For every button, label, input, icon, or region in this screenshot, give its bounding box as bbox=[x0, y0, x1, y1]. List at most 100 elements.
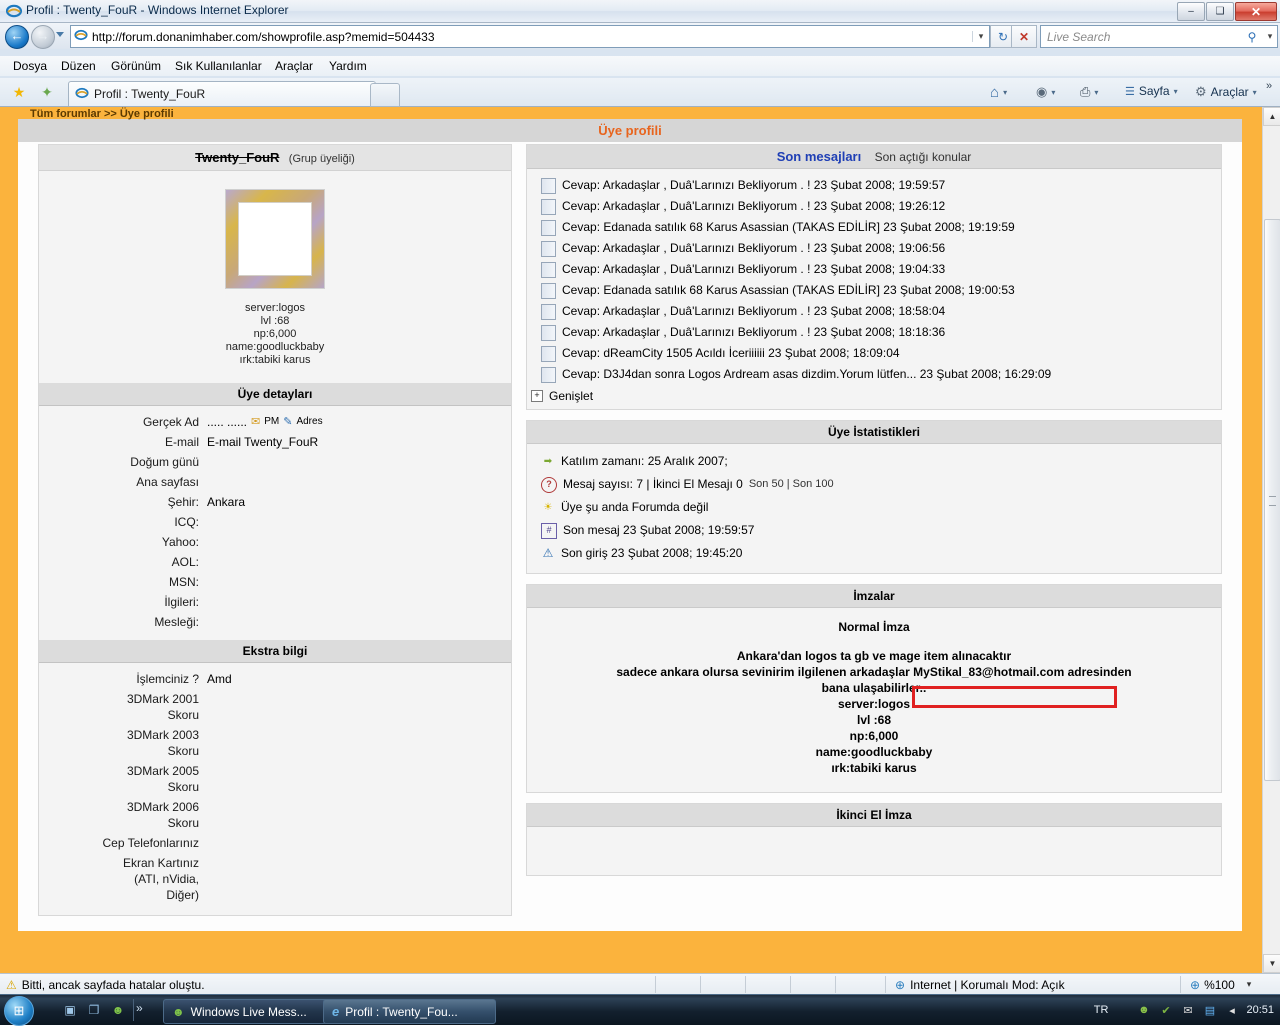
member-details-body: Gerçek Ad ..... ...... ✉ PM ✎ Adres E-ma… bbox=[39, 406, 511, 640]
extra-info-body: İşlemciniz ? Amd 3DMark 2001 Skoru 3DMar… bbox=[39, 663, 511, 915]
menu-item-araclar[interactable]: Araçlar bbox=[270, 58, 318, 74]
close-button[interactable]: ✕ bbox=[1235, 2, 1277, 21]
switch-windows-icon[interactable]: ❐ bbox=[86, 1002, 102, 1018]
tab-profil-twenty-four[interactable]: Profil : Twenty_FouR bbox=[68, 81, 376, 106]
list-item[interactable]: Cevap: D3J4dan sonra Logos Ardream asas … bbox=[527, 364, 1221, 385]
home-button[interactable]: ⌂ ▾ bbox=[990, 84, 1007, 101]
detail-value bbox=[207, 534, 505, 550]
search-provider-caret-icon[interactable]: ▾ bbox=[1263, 31, 1277, 42]
tab-son-actigi-konular[interactable]: Son açtığı konular bbox=[875, 150, 972, 164]
vertical-scrollbar[interactable]: ▲ ▼ bbox=[1262, 107, 1280, 973]
user-account-icon[interactable]: ☻ bbox=[1136, 1003, 1151, 1018]
extra-row-3dmark-2006: 3DMark 2006 Skoru bbox=[39, 797, 505, 833]
messenger-tray-icon[interactable]: ✉ bbox=[1180, 1003, 1195, 1018]
address-dropdown-caret-icon[interactable]: ▾ bbox=[972, 31, 989, 42]
extra-value bbox=[207, 691, 505, 723]
search-input[interactable]: Live Search bbox=[1041, 30, 1241, 44]
message-text: Cevap: dReamCity 1505 Acıldı İceriiiiii … bbox=[562, 346, 900, 360]
page-menu-label: Sayfa bbox=[1138, 84, 1170, 98]
pm-label[interactable]: PM bbox=[264, 414, 279, 430]
clock[interactable]: 20:51 bbox=[1246, 1004, 1274, 1016]
list-item[interactable]: Cevap: Arkadaşlar , Duâ'Larınızı Bekliyo… bbox=[527, 301, 1221, 322]
tools-menu-button[interactable]: ⚙ Araçlar ▾ bbox=[1195, 84, 1257, 100]
post-icon bbox=[541, 198, 556, 215]
windows-logo-icon: ⊞ bbox=[13, 1003, 25, 1018]
stat-row-son-giris: ⚠ Son giriş 23 Şubat 2008; 19:45:20 bbox=[527, 542, 1221, 565]
toolbar-overflow-icon[interactable]: » bbox=[1266, 80, 1272, 92]
list-item[interactable]: Cevap: Arkadaşlar , Duâ'Larınızı Bekliyo… bbox=[527, 196, 1221, 217]
forward-button[interactable]: → bbox=[31, 25, 55, 49]
minimize-button[interactable]: – bbox=[1177, 2, 1205, 21]
list-item[interactable]: Cevap: Arkadaşlar , Duâ'Larınızı Bekliyo… bbox=[527, 259, 1221, 280]
search-box[interactable]: Live Search ⚲ ▾ bbox=[1040, 25, 1278, 48]
print-button[interactable]: ⎙ ▾ bbox=[1080, 84, 1098, 100]
new-tab-button[interactable] bbox=[370, 83, 400, 107]
stop-button[interactable]: ✕ bbox=[1011, 25, 1037, 48]
address-label[interactable]: Adres bbox=[296, 414, 322, 430]
scroll-down-button[interactable]: ▼ bbox=[1263, 954, 1280, 973]
post-icon bbox=[541, 177, 556, 194]
address-icon[interactable]: ✎ bbox=[283, 414, 292, 430]
menu-item-sik-kullanilanlar[interactable]: Sık Kullanılanlar bbox=[170, 58, 267, 74]
window-title: Profil : Twenty_FouR - Windows Internet … bbox=[26, 3, 289, 17]
lightbulb-icon: ☀ bbox=[543, 502, 553, 513]
list-item[interactable]: Cevap: Arkadaşlar , Duâ'Larınızı Bekliyo… bbox=[527, 175, 1221, 196]
zoom-caret-icon[interactable]: ▾ bbox=[1247, 979, 1252, 990]
menu-item-dosya[interactable]: Dosya bbox=[8, 58, 52, 74]
scroll-up-button[interactable]: ▲ bbox=[1263, 107, 1280, 126]
message-text: Cevap: Arkadaşlar , Duâ'Larınızı Bekliyo… bbox=[562, 178, 946, 192]
zoom-control[interactable]: ⊕ %100 ▾ bbox=[1190, 978, 1251, 992]
signature-line: ırk:tabiki karus bbox=[831, 761, 917, 775]
menu-item-duzen[interactable]: Düzen bbox=[56, 58, 101, 74]
address-input[interactable]: http://forum.donanimhaber.com/showprofil… bbox=[70, 25, 990, 48]
back-button[interactable]: ← bbox=[5, 25, 29, 49]
menu-item-yardim[interactable]: Yardım bbox=[324, 58, 372, 74]
refresh-icon: ↻ bbox=[997, 29, 1009, 44]
back-arrow-icon: ← bbox=[10, 28, 24, 43]
page-menu-button[interactable]: ☰ Sayfa ▾ bbox=[1125, 84, 1178, 98]
avatar bbox=[225, 189, 325, 289]
favorites-star-icon[interactable]: ★ bbox=[10, 83, 28, 101]
network-icon[interactable]: ▤ bbox=[1202, 1003, 1217, 1018]
tools-menu-label: Araçlar bbox=[1210, 85, 1249, 99]
add-favorite-icon[interactable]: ✦ bbox=[38, 83, 56, 101]
taskbar-item-messenger[interactable]: ☻ Windows Live Mess... bbox=[163, 999, 336, 1024]
list-item[interactable]: Cevap: Edanada satılık 68 Karus Asassian… bbox=[527, 280, 1221, 301]
extra-row-cep-telefonlariniz: Cep Telefonlarınız bbox=[39, 833, 505, 853]
pm-icon[interactable]: ✉ bbox=[251, 414, 260, 430]
start-button[interactable]: ⊞ bbox=[4, 996, 34, 1026]
list-item[interactable]: Cevap: Edanada satılık 68 Karus Asassian… bbox=[527, 217, 1221, 238]
messenger-icon[interactable]: ☻ bbox=[110, 1002, 126, 1018]
feeds-button[interactable]: ◉ ▾ bbox=[1036, 84, 1055, 100]
home-caret-icon[interactable]: ▾ bbox=[1003, 88, 1007, 97]
browser-window: Profil : Twenty_FouR - Windows Internet … bbox=[0, 0, 1280, 1000]
menu-item-gorunum[interactable]: Görünüm bbox=[106, 58, 166, 74]
tab-son-mesajlari[interactable]: Son mesajları bbox=[777, 149, 862, 164]
quicklaunch-overflow-icon[interactable]: » bbox=[136, 1001, 143, 1015]
expand-row[interactable]: + Genişlet bbox=[527, 385, 1221, 405]
show-desktop-icon[interactable]: ▣ bbox=[62, 1002, 78, 1018]
list-item[interactable]: Cevap: Arkadaşlar , Duâ'Larınızı Bekliyo… bbox=[527, 322, 1221, 343]
security-zone-label: Internet | Korumalı Mod: Açık bbox=[910, 977, 1065, 992]
scrollbar-thumb[interactable] bbox=[1264, 219, 1280, 781]
print-caret-icon[interactable]: ▾ bbox=[1094, 88, 1098, 97]
security-shield-icon[interactable]: ✔ bbox=[1158, 1003, 1173, 1018]
volume-icon[interactable]: ◂ bbox=[1224, 1003, 1239, 1018]
page-menu-caret-icon[interactable]: ▾ bbox=[1174, 87, 1178, 96]
security-zone-group[interactable]: ⊕ Internet | Korumalı Mod: Açık bbox=[895, 978, 1065, 992]
list-item[interactable]: Cevap: Arkadaşlar , Duâ'Larınızı Bekliyo… bbox=[527, 238, 1221, 259]
chevron-up-icon: ▲ bbox=[1268, 112, 1277, 121]
search-icon[interactable]: ⚲ bbox=[1241, 30, 1263, 44]
maximize-button[interactable]: ❑ bbox=[1206, 2, 1234, 21]
taskbar-item-browser[interactable]: e Profil : Twenty_Fou... bbox=[323, 999, 496, 1024]
tools-menu-caret-icon[interactable]: ▾ bbox=[1253, 88, 1257, 97]
post-icon bbox=[541, 366, 556, 383]
stat-sub-links[interactable]: Son 50 | Son 100 bbox=[749, 476, 834, 493]
language-indicator[interactable]: TR bbox=[1094, 1004, 1109, 1016]
recent-pages-caret-icon[interactable] bbox=[56, 32, 64, 37]
feeds-caret-icon[interactable]: ▾ bbox=[1051, 88, 1055, 97]
detail-value[interactable]: E-mail Twenty_FouR bbox=[207, 434, 505, 450]
warning-icon[interactable]: ⚠ bbox=[6, 978, 17, 992]
breadcrumb[interactable]: Tüm forumlar >> Üye profili bbox=[30, 108, 174, 120]
list-item[interactable]: Cevap: dReamCity 1505 Acıldı İceriiiiii … bbox=[527, 343, 1221, 364]
